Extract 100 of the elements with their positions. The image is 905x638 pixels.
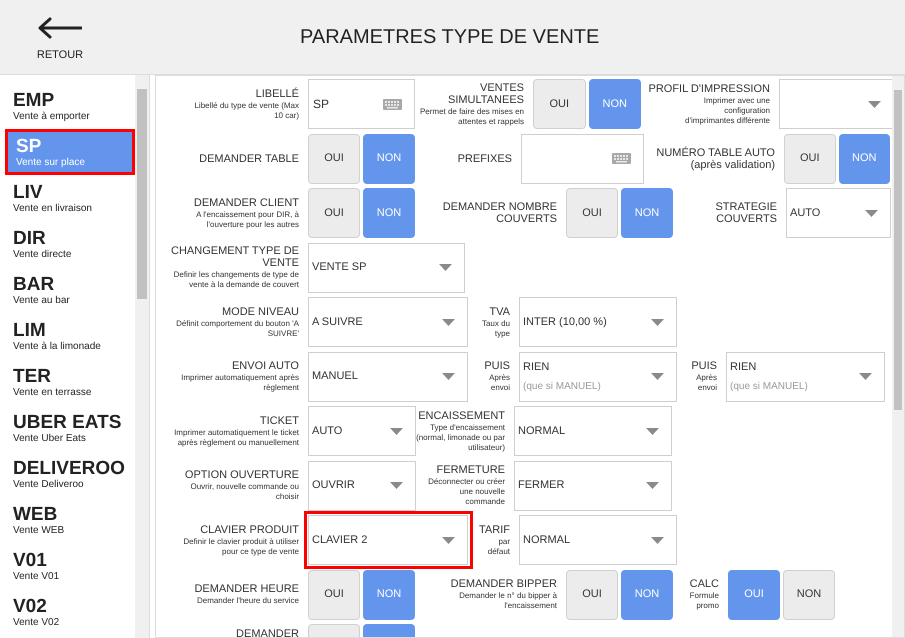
- field-label: PREFIXES: [458, 152, 512, 164]
- dropdown-caret-icon: [646, 428, 659, 434]
- dropdown-value: A SUIVRE: [312, 314, 363, 330]
- dropdown-field[interactable]: MANUEL: [308, 352, 468, 402]
- sidebar-item[interactable]: UBER EATS Vente Uber Eats: [5, 405, 135, 451]
- toggle-option[interactable]: OUI: [533, 79, 586, 129]
- dropdown-caret-icon: [859, 373, 872, 380]
- field-label: NUMÉRO TABLE AUTO: [656, 146, 775, 158]
- sidebar-item[interactable]: LIV Vente en livraison: [5, 175, 135, 221]
- dropdown-caret-icon: [439, 264, 452, 271]
- dropdown-value: FERMER: [518, 478, 564, 494]
- dropdown-value: OUVRIR: [312, 478, 355, 494]
- toggle-option[interactable]: OUI: [308, 570, 360, 620]
- toggle-option[interactable]: NON: [783, 570, 835, 620]
- sidebar-item[interactable]: V02 Vente V02: [5, 589, 135, 635]
- field-label: DEMANDER NOMBRE COUVERTS: [442, 201, 557, 225]
- toggle-option[interactable]: OUI: [566, 188, 618, 238]
- field-label: PUIS: [484, 360, 510, 372]
- sidebar-item[interactable]: DIR Vente directe: [5, 221, 135, 267]
- field-label: DEMANDER CLIENT: [194, 196, 299, 208]
- sidebar-item[interactable]: BAR Vente au bar: [5, 267, 135, 313]
- field-label: PUIS: [691, 360, 717, 372]
- field-label: CALC: [690, 578, 719, 590]
- field-label: CLAVIER PRODUIT: [200, 524, 299, 536]
- field-label: LIBELLÉ: [256, 88, 299, 100]
- dropdown-value: CLAVIER 2: [312, 532, 368, 548]
- dropdown-field[interactable]: OUVRIR: [308, 460, 416, 510]
- dropdown-field[interactable]: RIEN (que si MANUEL): [726, 352, 885, 402]
- field-label: VENTES SIMULTANEES: [447, 82, 524, 106]
- field-label: OPTION OUVERTURE: [184, 469, 299, 481]
- field-hint: Permet de faire des mises en attentes et rappels: [418, 106, 524, 126]
- dropdown-caret-icon: [442, 536, 455, 544]
- sidebar-item[interactable]: EMP Vente à emporter: [5, 83, 135, 129]
- field-hint: Après envoi: [488, 373, 510, 393]
- dropdown-note: (que si MANUEL): [730, 380, 808, 394]
- field-hint: Libellé du type de vente (Max 10 car): [193, 100, 299, 120]
- field-hint: Demander le n° du bipper à l'encaissement: [458, 591, 557, 611]
- field-label: DEMANDER HEURE: [194, 583, 299, 595]
- toggle-option[interactable]: OUI: [784, 134, 836, 184]
- scrollbar[interactable]: [135, 75, 149, 638]
- dropdown-field[interactable]: VENTE SP: [308, 242, 465, 292]
- dropdown-caret-icon: [865, 210, 878, 216]
- field-hint: par défaut: [486, 536, 510, 556]
- field-hint: Ouvrir, nouvelle commande ou choisir: [190, 482, 299, 502]
- dropdown-value: NORMAL: [518, 424, 566, 439]
- field-hint: A l'encaissement pour DIR, à l'ouverture pour les autres: [195, 210, 299, 230]
- dropdown-caret-icon: [651, 318, 664, 326]
- toggle-option[interactable]: OUI: [308, 134, 360, 184]
- dropdown-field[interactable]: AUTO: [786, 188, 891, 238]
- sidebar-item[interactable]: WEB Vente WEB: [5, 497, 135, 543]
- toggle-option[interactable]: OUI: [308, 188, 360, 238]
- field-hint: Imprimer avec une configuration d'imprimantes différente: [684, 96, 770, 126]
- dropdown-caret-icon: [442, 318, 455, 326]
- back-button[interactable]: RETOUR: [0, 10, 120, 64]
- field-label: DEMANDER: [236, 628, 299, 637]
- keyboard-icon: [612, 153, 631, 164]
- field-label: ENCAISSEMENT: [418, 410, 505, 422]
- field-label: DEMANDER BIPPER: [450, 578, 557, 590]
- field-label: STRATEGIE COUVERTS: [714, 201, 777, 225]
- toggle-option[interactable]: OUI: [566, 570, 618, 620]
- dropdown-value: VENTE SP: [312, 260, 366, 276]
- dropdown-caret-icon: [651, 373, 664, 380]
- field-hint: Type d'encaissement (normal, limonade ou par utilisateur): [416, 422, 505, 452]
- field-hint: Formule promo: [688, 591, 719, 611]
- field-label: TICKET: [260, 414, 299, 426]
- sidebar-item[interactable]: TER Vente en terrasse: [5, 359, 135, 405]
- dropdown-value: NORMAL: [523, 532, 570, 548]
- sidebar-item[interactable]: LIM Vente à la limonade: [5, 313, 135, 359]
- dropdown-field[interactable]: FERMER: [514, 460, 672, 510]
- dropdown-caret-icon: [442, 373, 455, 380]
- dropdown-field[interactable]: CLAVIER 2: [308, 515, 468, 565]
- dropdown-field[interactable]: NORMAL: [514, 406, 672, 456]
- dropdown-caret-icon: [868, 100, 881, 108]
- field-label: ENVOI AUTO: [232, 360, 299, 372]
- dropdown-value: AUTO: [312, 424, 342, 439]
- text-field[interactable]: [521, 134, 644, 184]
- field-hint: Taux du type: [480, 318, 510, 338]
- dropdown-field[interactable]: [779, 79, 892, 129]
- dropdown-value: AUTO: [790, 206, 820, 221]
- dropdown-field[interactable]: A SUIVRE: [308, 297, 468, 347]
- dropdown-caret-icon: [651, 536, 664, 544]
- field-hint: Déconnecter ou créer une nouvelle commande: [427, 477, 505, 507]
- field-label: TVA: [489, 306, 510, 318]
- dropdown-field[interactable]: INTER (10,00 %): [519, 297, 677, 347]
- field-label: TARIF: [479, 524, 510, 536]
- text-field[interactable]: SP: [308, 79, 415, 129]
- dropdown-field[interactable]: RIEN (que si MANUEL): [519, 352, 677, 402]
- sidebar-item[interactable]: V01 Vente V01: [5, 543, 135, 589]
- back-arrow-icon: [38, 16, 82, 39]
- scrollbar[interactable]: [892, 76, 904, 637]
- page-title: PARAMETRES TYPE DE VENTE: [300, 25, 600, 50]
- dropdown-value: INTER (10,00 %): [523, 314, 607, 330]
- dropdown-field[interactable]: NORMAL: [519, 515, 677, 565]
- field-hint: Définit comportement du bouton 'A SUIVRE': [175, 318, 299, 338]
- field-hint: Après envoi: [695, 373, 717, 393]
- dropdown-value: MANUEL: [312, 369, 358, 384]
- keyboard-icon: [383, 98, 402, 110]
- dropdown-field[interactable]: AUTO: [308, 406, 416, 456]
- sidebar-item[interactable]: DELIVEROO Vente Deliveroo: [5, 451, 135, 497]
- field-label: DEMANDER TABLE: [199, 152, 299, 164]
